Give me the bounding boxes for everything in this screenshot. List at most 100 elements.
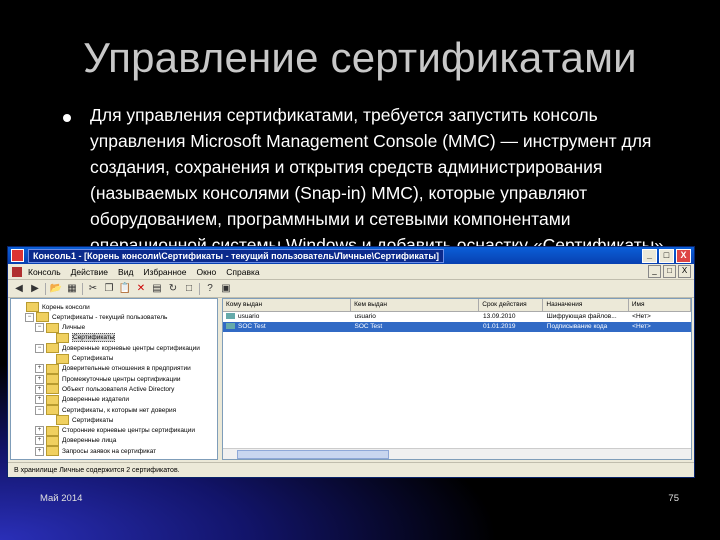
folder-icon (26, 302, 39, 312)
folder-icon (46, 425, 59, 436)
tree-item[interactable]: + Доверенные лица (35, 435, 117, 446)
tree-item-label: Промежуточные центры сертификации (62, 375, 181, 383)
mmc-titlebar[interactable]: Консоль1 - [Корень консоли\Сертификаты -… (8, 247, 694, 264)
list-header: Кому выдан Кем выдан Срок действия Назна… (223, 299, 691, 312)
status-bar: В хранилище Личные содержится 2 сертифик… (8, 462, 694, 477)
tree-expander-icon[interactable]: + (35, 426, 44, 436)
tree-item[interactable]: Корень консоли (15, 302, 90, 312)
console-icon (12, 266, 22, 277)
tree-item-label: Сертификаты (72, 416, 114, 424)
tree-expander-icon[interactable]: − (35, 323, 44, 333)
child-maximize-button[interactable]: □ (663, 265, 676, 278)
tree-expander-icon[interactable]: + (35, 384, 44, 394)
toolbar-separator (82, 282, 83, 295)
tree-item-label: Сертификаты (72, 355, 114, 362)
cell-issued-to: SOC Test (238, 323, 266, 330)
tree-item[interactable]: − Доверенные корневые центры сертификации (35, 343, 200, 354)
properties-icon[interactable]: ▤ (151, 283, 163, 295)
tree-item-label: Доверенные корневые центры сертификации (62, 344, 200, 352)
mmc-window-title: Консоль1 - [Корень консоли\Сертификаты -… (28, 248, 445, 263)
cell-purposes: Шифрующая файлов... (546, 313, 617, 320)
menu-action[interactable]: Действие (71, 267, 108, 277)
tree-item-label: Корень консоли (42, 303, 90, 311)
menu-console[interactable]: Консоль (28, 267, 61, 277)
export-icon[interactable]: □ (183, 283, 195, 295)
column-header-purposes[interactable]: Назначения (543, 299, 629, 311)
menu-window[interactable]: Окно (197, 267, 217, 277)
child-minimize-button[interactable]: _ (648, 265, 661, 278)
tree-item[interactable]: Сертификаты (45, 353, 114, 364)
tree-expander-icon[interactable]: − (35, 405, 44, 415)
tree-item-label: Доверенные лица (62, 437, 117, 445)
tree-expander-icon[interactable]: + (35, 374, 44, 384)
column-header-expiration[interactable]: Срок действия (479, 299, 544, 311)
help-icon[interactable]: ? (204, 283, 216, 295)
folder-icon (56, 332, 69, 343)
folder-icon (46, 363, 59, 374)
tree-item[interactable]: − Сертификаты, к которым нет доверия (35, 405, 176, 415)
tree-expander-icon[interactable]: − (25, 312, 34, 322)
console-tree: Корень консоли − Сертификаты - текущий пол… (10, 298, 218, 460)
bullet-icon (63, 114, 71, 122)
tree-item[interactable]: + Запросы заявок на сертификат (35, 446, 156, 457)
tree-item-label: Объект пользователя Active Directory (62, 385, 175, 393)
folder-icon (36, 312, 49, 323)
maximize-button[interactable]: □ (659, 249, 674, 263)
tree-item[interactable]: + Доверительные отношения в предприятии (35, 363, 191, 374)
view-icon[interactable]: ▣ (220, 283, 232, 295)
cell-expiration: 13.09.2010 (483, 313, 516, 320)
page-number: 75 (668, 493, 679, 504)
column-header-issued-to[interactable]: Кому выдан (223, 299, 352, 311)
folder-icon (46, 405, 59, 415)
copy-icon[interactable]: ❐ (103, 283, 115, 295)
folder-icon (56, 415, 69, 426)
horizontal-scrollbar[interactable] (223, 448, 691, 459)
cut-icon[interactable]: ✂ (87, 283, 99, 295)
menu-bar: Консоль Действие Вид Избранное Окно Спра… (8, 264, 694, 280)
column-header-issued-by[interactable]: Кем выдан (351, 299, 480, 311)
tree-item[interactable]: + Объект пользователя Active Directory (35, 384, 175, 395)
scrollbar-thumb[interactable] (237, 450, 389, 459)
table-row[interactable]: SOC Test SOC Test 01.01.2019 Подписывани… (223, 322, 691, 332)
menu-favorites[interactable]: Избранное (143, 267, 186, 277)
cell-issued-by: SOC Test (354, 323, 383, 330)
up-folder-icon[interactable]: 📂 (50, 283, 62, 295)
tree-item-label: Доверенные издатели (62, 396, 130, 404)
tree-expander-icon[interactable]: + (35, 436, 44, 446)
toolbar-separator (199, 282, 200, 295)
certificate-icon (226, 323, 235, 330)
forward-icon[interactable]: ▶ (29, 283, 41, 295)
tree-expander-icon[interactable]: + (35, 446, 44, 456)
back-icon[interactable]: ◀ (13, 283, 25, 295)
tree-expander-icon[interactable]: − (35, 343, 44, 353)
child-close-button[interactable]: X (678, 265, 691, 278)
toolbar-separator (45, 282, 46, 295)
close-button[interactable]: X (676, 249, 691, 263)
bullet-text: Для управления сертификатами, требуется … (90, 105, 669, 255)
tree-item-label: Сертификаты, к которым нет доверия (62, 406, 177, 414)
delete-icon[interactable]: ✕ (135, 283, 147, 295)
toolbar: ◀ ▶ 📂 ▦ ✂ ❐ 📋 ✕ ▤ ↻ □ ? ▣ (8, 280, 694, 298)
tree-item-label: Личные (62, 324, 86, 332)
minimize-button[interactable]: _ (642, 249, 657, 263)
tree-item[interactable]: − Личные (35, 322, 86, 333)
tree-item-label: Сертификаты (72, 333, 116, 343)
folder-icon (56, 353, 69, 364)
mmc-app-icon (11, 249, 24, 262)
tree-item[interactable]: + Доверенные издатели (35, 394, 130, 405)
tree-expander-icon[interactable]: + (35, 395, 44, 405)
tree-item[interactable]: + Сторонние корневые центры сертификации (35, 425, 196, 436)
tree-item-label: Сторонние корневые центры сертификации (62, 427, 196, 435)
menu-view[interactable]: Вид (118, 267, 133, 277)
column-header-name[interactable]: Имя (629, 299, 691, 311)
tree-item[interactable]: Сертификаты (45, 415, 114, 426)
menu-help[interactable]: Справка (226, 267, 259, 277)
tree-item[interactable]: Сертификаты (45, 332, 116, 343)
tree-item[interactable]: − Сертификаты - текущий пользователь (25, 312, 167, 323)
paste-icon[interactable]: 📋 (119, 283, 131, 295)
tree-item[interactable]: + Промежуточные центры сертификации (35, 374, 181, 385)
tree-expander-icon[interactable]: + (35, 364, 44, 374)
refresh-icon[interactable]: ↻ (167, 283, 179, 295)
tree-toggle-icon[interactable]: ▦ (66, 283, 78, 295)
table-row[interactable]: usuario usuario 13.09.2010 Шифрующая фай… (223, 312, 691, 322)
